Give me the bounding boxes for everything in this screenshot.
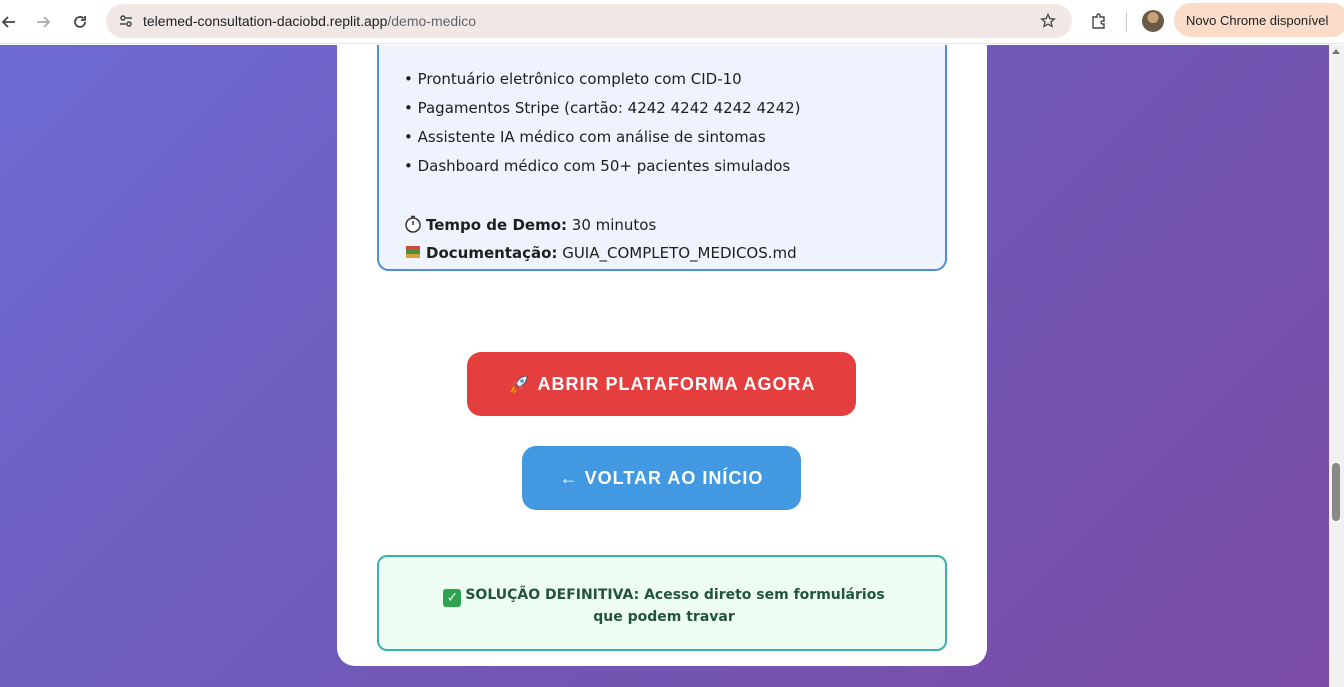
back-to-home-button[interactable]: ← VOLTAR AO INÍCIO	[522, 446, 801, 510]
browser-toolbar: telemed-consultation-daciobd.replit.app/…	[0, 0, 1344, 44]
url-path: /demo-medico	[387, 13, 477, 29]
feature-item: • Prontuário eletrônico completo com CID…	[404, 70, 742, 88]
site-settings-icon[interactable]	[114, 9, 138, 33]
success-notice-text: ✓ SOLUÇÃO DEFINITIVA: Acesso direto sem f…	[439, 585, 889, 628]
success-notice-label: SOLUÇÃO DEFINITIVA: Acesso direto sem fo…	[465, 587, 885, 625]
page-scrollbar[interactable]	[1329, 45, 1344, 687]
demo-time-label: Tempo de Demo:	[426, 216, 567, 234]
profile-avatar[interactable]	[1142, 10, 1164, 32]
books-icon	[406, 246, 420, 258]
address-bar[interactable]: telemed-consultation-daciobd.replit.app/…	[106, 4, 1072, 38]
back-arrow-icon[interactable]	[0, 8, 23, 36]
documentation-row: Documentação: GUIA_COMPLETO_MEDICOS.md	[404, 243, 797, 262]
demo-card: • Prontuário eletrônico completo com CID…	[337, 45, 987, 666]
feature-item: • Dashboard médico com 50+ pacientes sim…	[404, 157, 791, 175]
open-platform-button[interactable]: ABRIR PLATAFORMA AGORA	[467, 352, 856, 416]
demo-info-box: • Prontuário eletrônico completo com CID…	[377, 45, 947, 271]
forward-arrow-icon[interactable]	[29, 8, 57, 36]
check-mark-icon: ✓	[443, 589, 462, 607]
rocket-icon	[509, 375, 528, 394]
chrome-update-button[interactable]: Novo Chrome disponível	[1174, 3, 1344, 37]
feature-item: • Pagamentos Stripe (cartão: 4242 4242 4…	[404, 99, 801, 117]
success-notice: ✓ SOLUÇÃO DEFINITIVA: Acesso direto sem f…	[377, 555, 947, 651]
documentation-label: Documentação:	[426, 244, 558, 262]
bookmark-star-icon[interactable]	[1038, 11, 1058, 31]
extensions-puzzle-icon[interactable]	[1087, 9, 1111, 33]
scrollbar-thumb[interactable]	[1332, 463, 1340, 521]
page-background: • Prontuário eletrônico completo com CID…	[0, 45, 1344, 687]
demo-time-value: 30 minutos	[571, 216, 657, 234]
stopwatch-icon	[405, 215, 421, 233]
open-platform-label: ABRIR PLATAFORMA AGORA	[537, 373, 816, 394]
url-host: telemed-consultation-daciobd.replit.app	[143, 13, 388, 29]
demo-time-row: Tempo de Demo: 30 minutos	[404, 215, 656, 234]
reload-icon[interactable]	[66, 8, 94, 36]
feature-item: • Assistente IA médico com análise de si…	[404, 128, 766, 146]
url-text: telemed-consultation-daciobd.replit.app/…	[143, 13, 476, 29]
toolbar-divider	[1126, 12, 1127, 32]
scroll-up-arrow-icon[interactable]	[1332, 49, 1340, 54]
documentation-file: GUIA_COMPLETO_MEDICOS.md	[562, 244, 797, 262]
